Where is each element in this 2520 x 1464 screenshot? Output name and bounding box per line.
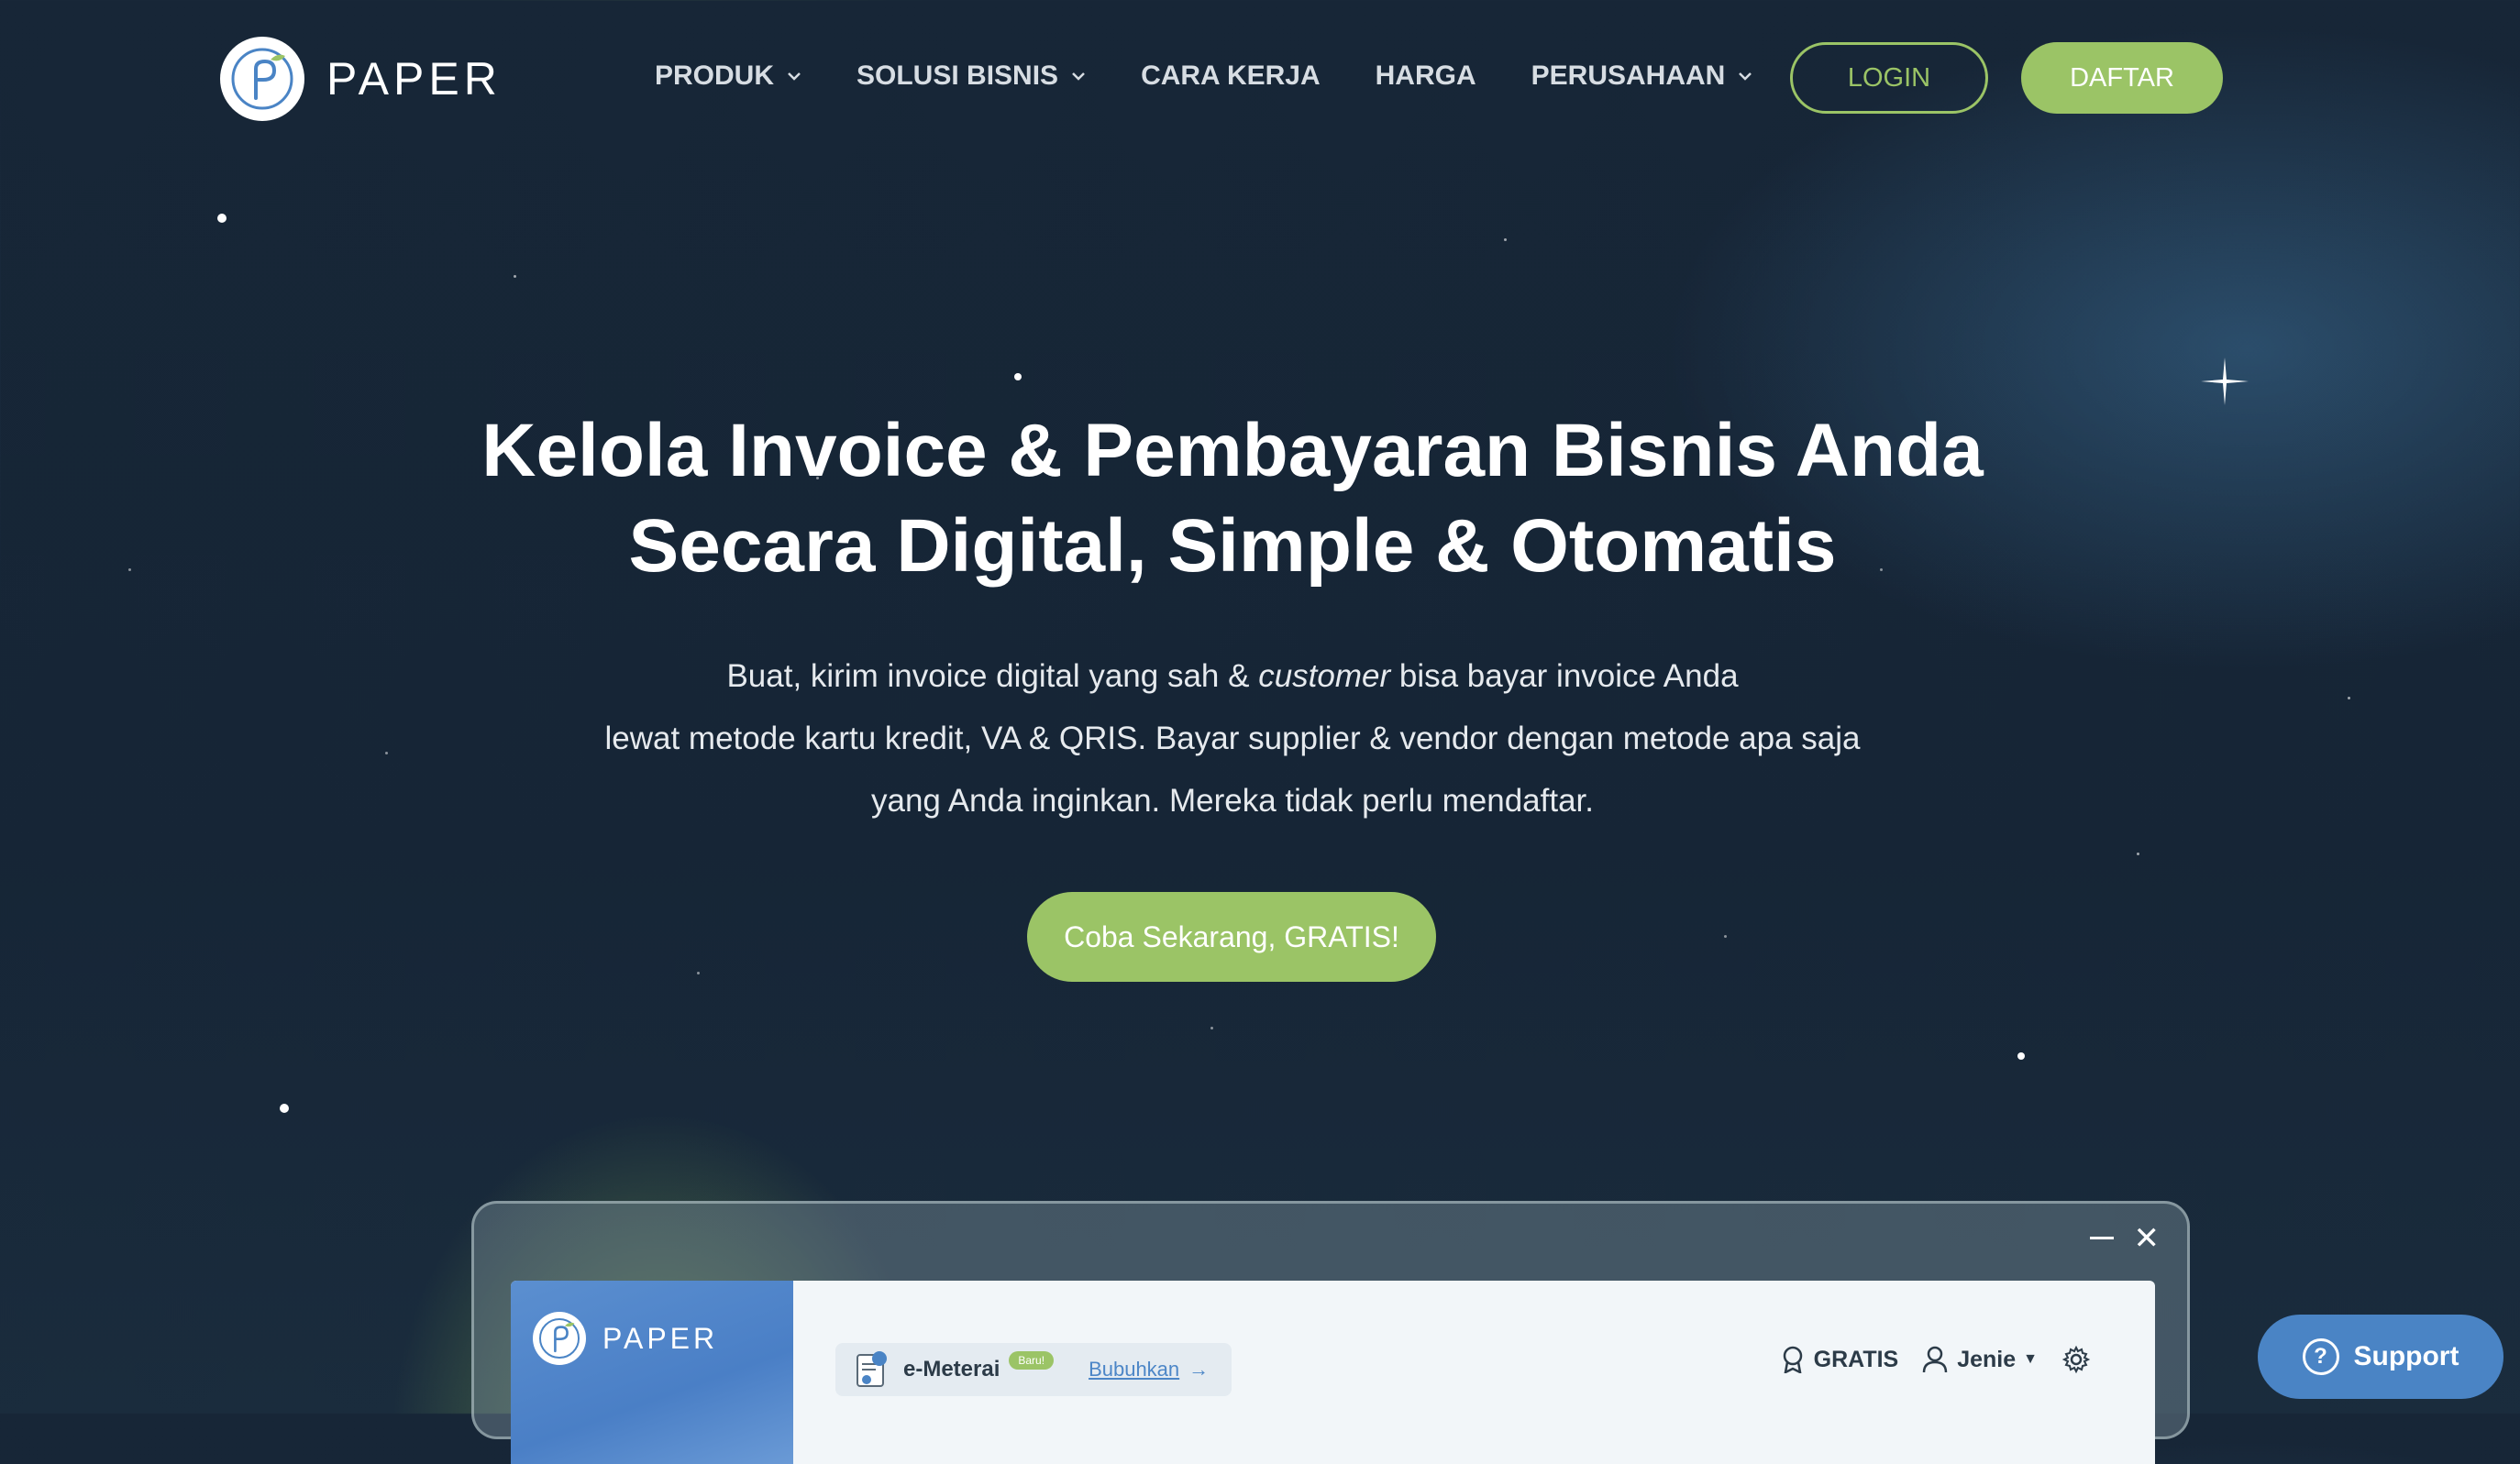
menu-produk[interactable]: PRODUK xyxy=(655,61,801,92)
settings-button[interactable] xyxy=(2061,1345,2100,1374)
menu-cara-kerja[interactable]: CARA KERJA xyxy=(1141,61,1321,92)
caret-down-icon: ▼ xyxy=(2023,1351,2038,1367)
user-name: Jenie xyxy=(1957,1346,2017,1372)
top-navbar: PAPER PRODUK SOLUSI BISNIS CARA KERJA HA… xyxy=(0,0,2520,158)
menu-perusahaan[interactable]: PERUSAHAAN xyxy=(1531,61,1753,92)
paper-logo-icon xyxy=(220,37,304,121)
app-preview-window: ✕ PAPER e-Meterai Baru! Bubuhkan → GRATI… xyxy=(471,1201,2190,1464)
menu-solusi-bisnis[interactable]: SOLUSI BISNIS xyxy=(857,61,1086,92)
sparkle-icon xyxy=(2201,358,2249,405)
minimize-icon[interactable] xyxy=(2090,1237,2114,1239)
menu-harga-label: HARGA xyxy=(1375,61,1476,91)
chevron-down-icon xyxy=(788,72,801,81)
chevron-down-icon xyxy=(1072,72,1085,81)
app-preview: PAPER e-Meterai Baru! Bubuhkan → GRATIS … xyxy=(511,1281,2155,1464)
award-icon xyxy=(1783,1346,1802,1373)
hero-subtitle-line2: lewat metode kartu kredit, VA & QRIS. Ba… xyxy=(604,721,1861,756)
chevron-down-icon xyxy=(1739,72,1752,81)
menu-cara-kerja-label: CARA KERJA xyxy=(1141,61,1321,91)
new-badge: Baru! xyxy=(1009,1351,1055,1370)
emeterai-banner: e-Meterai Baru! Bubuhkan → xyxy=(835,1343,1232,1396)
emeterai-action-link[interactable]: Bubuhkan xyxy=(1089,1358,1179,1381)
close-icon[interactable]: ✕ xyxy=(2134,1220,2161,1257)
register-button[interactable]: DAFTAR xyxy=(2021,42,2223,114)
plan-label: GRATIS xyxy=(1813,1346,1899,1372)
brand-logo[interactable]: PAPER xyxy=(220,37,502,121)
arrow-right-icon: → xyxy=(1188,1358,1210,1381)
support-button[interactable]: ? Support xyxy=(2258,1315,2503,1399)
hero-title-line2: Secara Digital, Simple & Otomatis xyxy=(628,504,1837,588)
app-logo: PAPER xyxy=(533,1312,718,1365)
menu-produk-label: PRODUK xyxy=(655,61,775,91)
hero-sub-text-a: Buat, kirim invoice digital yang sah & xyxy=(726,658,1259,694)
brand-name: PAPER xyxy=(326,53,502,105)
hero-subtitle: Buat, kirim invoice digital yang sah & c… xyxy=(0,645,2465,832)
app-header-right: GRATIS Jenie ▼ xyxy=(1757,1345,2100,1374)
paper-logo-icon xyxy=(533,1312,586,1365)
menu-perusahaan-label: PERUSAHAAN xyxy=(1531,61,1726,91)
hero-sub-text-b: bisa bayar invoice Anda xyxy=(1390,658,1739,694)
hero-title: Kelola Invoice & Pembayaran Bisnis Anda … xyxy=(0,403,2465,594)
hero-subtitle-line1: Buat, kirim invoice digital yang sah & c… xyxy=(0,645,2465,708)
hero-title-line1: Kelola Invoice & Pembayaran Bisnis Anda xyxy=(481,409,1984,492)
hero-sub-emphasis: customer xyxy=(1258,658,1391,694)
hero-subtitle-line3: yang Anda inginkan. Mereka tidak perlu m… xyxy=(871,783,1594,819)
help-icon: ? xyxy=(2302,1338,2339,1375)
document-stamp-icon xyxy=(857,1351,887,1387)
app-brand-name: PAPER xyxy=(602,1321,719,1355)
menu-harga[interactable]: HARGA xyxy=(1376,61,1476,92)
gear-icon xyxy=(2061,1345,2091,1374)
menu-solusi-bisnis-label: SOLUSI BISNIS xyxy=(857,61,1059,91)
main-menu: PRODUK SOLUSI BISNIS CARA KERJA HARGA PE… xyxy=(655,61,1807,92)
user-menu[interactable]: Jenie ▼ xyxy=(1922,1346,2038,1373)
app-sidebar: PAPER xyxy=(511,1281,793,1464)
login-button[interactable]: LOGIN xyxy=(1790,42,1988,114)
emeterai-label: e-Meterai xyxy=(903,1357,1000,1381)
support-label: Support xyxy=(2353,1341,2459,1371)
try-free-button[interactable]: Coba Sekarang, GRATIS! xyxy=(1027,892,1436,982)
plan-indicator[interactable]: GRATIS xyxy=(1781,1346,1899,1373)
user-icon xyxy=(1922,1346,1948,1373)
